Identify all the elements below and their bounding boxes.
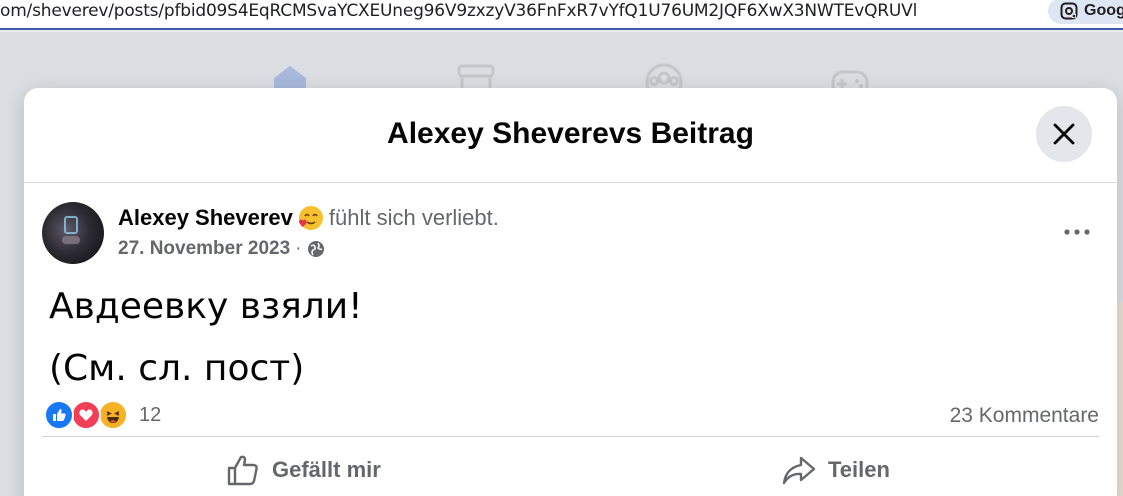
globe-icon — [307, 241, 324, 257]
more-options-button[interactable] — [1057, 212, 1097, 252]
address-url[interactable]: om/sheverev/posts/pfbid09S4EqRCMSvaYCXEU… — [0, 0, 917, 22]
google-lens-icon — [1060, 2, 1078, 20]
like-button[interactable]: Gefällt mir — [226, 450, 381, 490]
emoji-in-love-icon — [298, 206, 323, 230]
meta-separator: · — [295, 238, 302, 259]
modal-header: Alexey Sheverevs Beitrag — [24, 88, 1117, 183]
love-reaction-icon — [71, 400, 101, 430]
modal-title: Alexey Sheverevs Beitrag — [387, 117, 754, 150]
share-button[interactable]: Teilen — [782, 450, 890, 490]
post-text-line: (См. сл. пост) — [49, 348, 305, 389]
author-line: Alexey Sheverev fühlt sich verliebt. — [118, 204, 499, 232]
post-meta: 27. November 2023 · — [118, 238, 325, 260]
post-modal: Alexey Sheverevs Beitrag Alexey Sheverev… — [24, 88, 1117, 496]
more-icon — [1064, 229, 1090, 235]
reaction-count: 12 — [139, 403, 162, 426]
post-text-line: Авдеевку взяли! — [49, 286, 363, 327]
haha-reaction-icon — [98, 400, 128, 430]
close-icon — [1053, 123, 1075, 145]
like-reaction-icon — [44, 400, 74, 430]
like-button-label: Gefällt mir — [272, 457, 381, 482]
browser-address-bar: om/sheverev/posts/pfbid09S4EqRCMSvaYCXEU… — [0, 0, 1123, 30]
avatar[interactable] — [42, 202, 104, 264]
author-name[interactable]: Alexey Sheverev — [118, 205, 293, 231]
share-icon — [782, 456, 816, 485]
divider — [42, 436, 1099, 437]
reactions-summary[interactable]: 12 — [44, 400, 161, 430]
google-lens-label: Goog — [1084, 2, 1123, 19]
feeling-text: fühlt sich verliebt. — [328, 205, 499, 230]
post-date[interactable]: 27. November 2023 — [118, 238, 290, 260]
close-button[interactable] — [1036, 106, 1092, 162]
comments-count[interactable]: 23 Kommentare — [950, 404, 1099, 428]
share-button-label: Teilen — [828, 457, 890, 482]
thumbs-up-icon — [227, 455, 258, 486]
google-lens-button[interactable]: Goog — [1048, 0, 1123, 24]
